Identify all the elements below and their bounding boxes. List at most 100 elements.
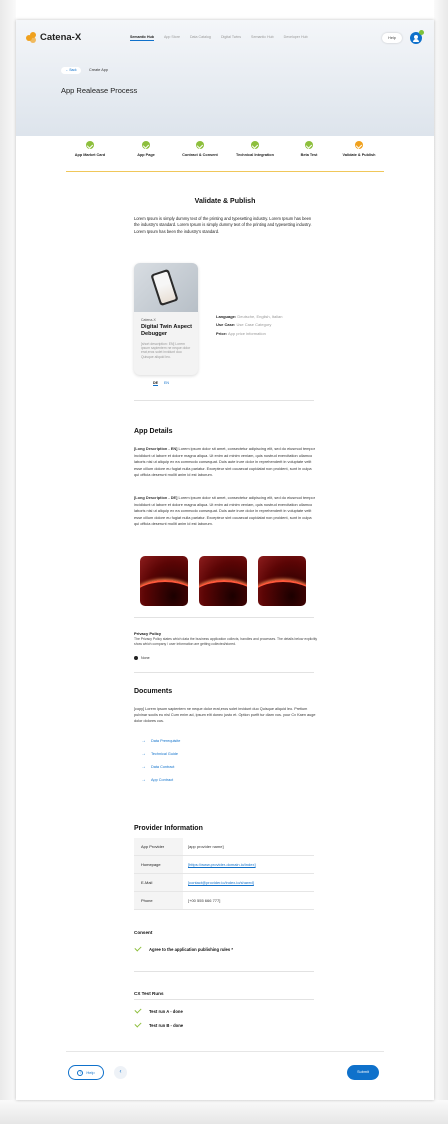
privacy-policy-title: Privacy Policy [134,631,162,636]
back-label: Back [69,68,77,72]
consent-item-label: Agree to the application publishing rule… [149,946,233,952]
homepage-link[interactable]: [https://www.provider-domain.io/index] [183,856,314,873]
nav-item-semantic-hub[interactable]: Semantic Hub [130,35,154,41]
meta-usecase-label: Use Case: [216,322,236,328]
section-title-documents: Documents [134,688,173,695]
intro-text: Lorem Ipsum is simply dummy text of the … [134,216,312,234]
nav-item-developer-hub[interactable]: Developer Hub [284,35,308,41]
doc-link-label: Technical Guide [151,751,179,756]
meta-price-label: Price: [216,330,228,336]
nav-item-app-store[interactable]: App Store [164,35,180,41]
step-done-icon [142,141,150,149]
divider [134,971,314,972]
check-icon [134,1021,142,1029]
doc-link-data-contract[interactable]: → Data Contract [141,760,180,773]
page-shadow-left [0,0,16,1124]
step-technical-integration[interactable]: Technical Integration [233,141,277,158]
doc-link-technical-guide[interactable]: → Technical Guide [141,747,180,760]
privacy-none-label: None [141,656,150,660]
step-done-icon [86,141,94,149]
test-run-item: Test run A - done [134,1007,183,1015]
privacy-none: None [134,656,150,660]
nav-item-digital-twins[interactable]: Digital Twins [221,35,241,41]
step-label: App Market Card [74,153,106,157]
nav-item-data-catalog[interactable]: Data Catalog [190,35,211,41]
breadcrumb: Create App [89,68,108,72]
doc-link-app-contract[interactable]: → App Contract [141,773,180,786]
step-label: Contract & Consent [182,153,218,157]
table-row: Homepage [https://www.provider-domain.io/… [134,856,314,874]
consent-title: Consent [134,930,153,935]
meta-language-label: Language: [216,314,237,319]
provider-table: App Provider [app provider name] Homepage… [134,838,314,910]
privacy-policy-text: The Privacy Policy states which data the… [134,637,318,646]
step-label: App Page [137,153,155,157]
provider-value: [+00 555 666 777] [188,898,221,903]
provider-key: Phone [134,892,183,909]
check-icon [134,1007,142,1015]
page-title: App Realease Process [61,86,138,95]
app-card-name: Digital Twin Aspect Debugger [141,324,192,338]
long-description-de-label: [Long Description - DE] [134,495,178,500]
meta-usecase: Use Case: Use Case Category [216,321,283,329]
help-button[interactable]: ? Help [68,1065,104,1080]
logo-text: Catena-X [40,32,82,43]
divider [134,672,314,673]
catena-x-logo-icon [26,32,37,43]
documents-text: [copy] Lorem ipsum sapientem ne neque do… [134,707,316,724]
doc-link-data-prerequisite[interactable]: → Data Prerequisite [141,734,180,747]
submit-button[interactable]: Submit [347,1065,379,1080]
table-row: Phone [+00 555 666 777] [134,892,314,910]
section-title-provider: Provider Information [134,825,203,832]
long-description-en-label: [Long Description - EN] [134,446,178,451]
page-shadow-right [434,0,448,1124]
divider [134,617,314,618]
step-label: Validate & Publish [342,153,376,157]
lang-de[interactable]: DE [153,381,158,386]
provider-key: Homepage [134,856,183,873]
table-row: App Provider [app provider name] [134,838,314,856]
step-beta-test[interactable]: Beta Test [287,141,331,158]
step-app-page[interactable]: App Page [124,141,168,158]
doc-link-label: Data Prerequisite [151,738,181,743]
step-contract-consent[interactable]: Contract & Consent [178,141,222,158]
cx-test-runs-title: CX Test Runs [134,991,164,996]
email-link[interactable]: [contact@provider.io/index.io/shared] [183,874,314,891]
app-card-description: [short description: EN] Lorem ipsum sapi… [141,341,191,359]
step-label: Technical Integration [236,153,274,157]
documents-list: → Data Prerequisite → Technical Guide → Dat… [141,734,180,786]
step-done-icon [196,141,204,149]
step-app-market-card[interactable]: App Market Card [68,141,112,158]
header-help-button[interactable]: Help [382,33,402,43]
check-icon [134,945,142,953]
meta-language-value: Deutsche, English, Italian [237,314,283,319]
screenshot-image[interactable] [140,556,188,606]
meta-usecase-value: Use Case Category [236,322,272,328]
long-description-de: [Long Description - DE] Lorem ipsum dolo… [134,495,316,528]
chevron-left-icon[interactable]: ‹ [114,1066,127,1079]
stepper-underline [66,171,384,172]
screenshot-image[interactable] [199,556,247,606]
logo[interactable]: Catena-X [26,32,81,43]
footer-divider [66,1051,384,1052]
main-nav: Semantic Hub App Store Data Catalog Digi… [130,35,308,41]
meta-price-value: App price information [228,330,266,336]
screenshot-image[interactable] [258,556,306,606]
app-card[interactable]: Catena-X Digital Twin Aspect Debugger [s… [134,263,198,375]
nav-item-semantic-hub-2[interactable]: Semantic Hub [251,35,274,41]
step-validate-publish[interactable]: Validate & Publish [337,141,381,158]
lang-en[interactable]: EN [164,381,169,386]
arrow-right-icon: → [141,776,146,783]
language-switch: DE EN [153,381,169,386]
consent-item[interactable]: Agree to the application publishing rule… [134,945,233,953]
long-description-en: [Long Description - EN] Lorem ipsum dolo… [134,446,316,479]
app-card-image [134,263,198,312]
process-stepper: App Market Card App Page Contract & Cons… [66,141,384,173]
provider-key: E-Mail [134,874,183,891]
back-button[interactable]: ← Back [61,67,81,74]
section-title-app-details: App Details [134,428,173,435]
phone-image [150,268,179,307]
meta-language: Language: Deutsche, English, Italian [216,313,283,321]
help-icon: ? [77,1069,84,1076]
app-meta: Language: Deutsche, English, Italian Use… [216,313,283,338]
